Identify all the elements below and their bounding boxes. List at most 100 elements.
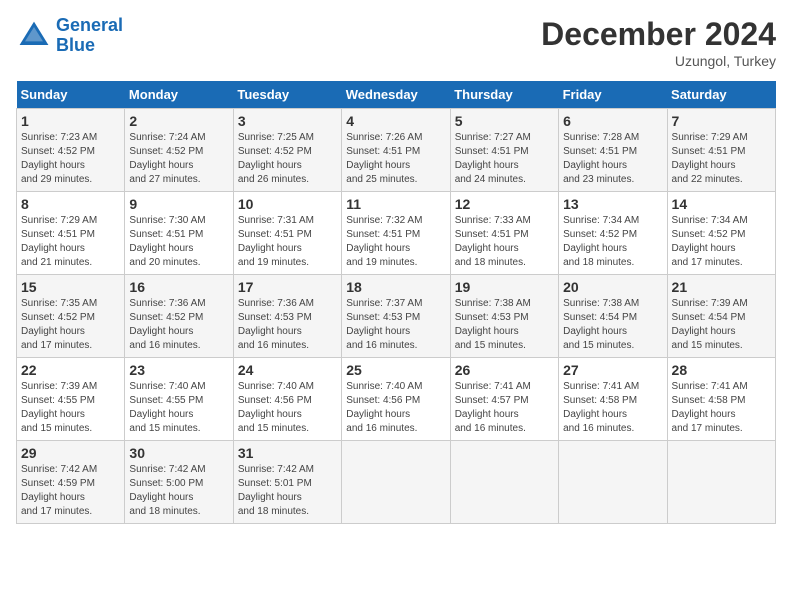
day-info: Sunrise: 7:40 AM Sunset: 4:56 PM Dayligh… (238, 380, 337, 436)
day-number: 16 (129, 279, 228, 295)
calendar-day-cell: 22 Sunrise: 7:39 AM Sunset: 4:55 PM Dayl… (17, 358, 125, 441)
calendar-day-cell: 21 Sunrise: 7:39 AM Sunset: 4:54 PM Dayl… (667, 275, 775, 358)
calendar-day-cell: 14 Sunrise: 7:34 AM Sunset: 4:52 PM Dayl… (667, 192, 775, 275)
calendar-day-cell: 29 Sunrise: 7:42 AM Sunset: 4:59 PM Dayl… (17, 441, 125, 524)
day-info: Sunrise: 7:34 AM Sunset: 4:52 PM Dayligh… (672, 214, 771, 270)
logo-icon (16, 18, 52, 54)
calendar-day-cell: 13 Sunrise: 7:34 AM Sunset: 4:52 PM Dayl… (559, 192, 667, 275)
calendar-day-cell: 26 Sunrise: 7:41 AM Sunset: 4:57 PM Dayl… (450, 358, 558, 441)
calendar-week-row: 1 Sunrise: 7:23 AM Sunset: 4:52 PM Dayli… (17, 109, 776, 192)
day-number: 9 (129, 196, 228, 212)
day-number: 10 (238, 196, 337, 212)
month-title: December 2024 (541, 16, 776, 53)
weekday-header-saturday: Saturday (667, 81, 775, 109)
day-number: 29 (21, 445, 120, 461)
day-number: 20 (563, 279, 662, 295)
calendar-day-cell: 24 Sunrise: 7:40 AM Sunset: 4:56 PM Dayl… (233, 358, 341, 441)
day-info: Sunrise: 7:23 AM Sunset: 4:52 PM Dayligh… (21, 131, 120, 187)
day-number: 27 (563, 362, 662, 378)
calendar-day-cell: 15 Sunrise: 7:35 AM Sunset: 4:52 PM Dayl… (17, 275, 125, 358)
calendar-table: SundayMondayTuesdayWednesdayThursdayFrid… (16, 81, 776, 524)
day-number: 23 (129, 362, 228, 378)
calendar-day-cell: 25 Sunrise: 7:40 AM Sunset: 4:56 PM Dayl… (342, 358, 450, 441)
day-info: Sunrise: 7:25 AM Sunset: 4:52 PM Dayligh… (238, 131, 337, 187)
calendar-day-cell: 31 Sunrise: 7:42 AM Sunset: 5:01 PM Dayl… (233, 441, 341, 524)
day-info: Sunrise: 7:29 AM Sunset: 4:51 PM Dayligh… (21, 214, 120, 270)
day-number: 28 (672, 362, 771, 378)
calendar-day-cell: 12 Sunrise: 7:33 AM Sunset: 4:51 PM Dayl… (450, 192, 558, 275)
day-number: 22 (21, 362, 120, 378)
calendar-week-row: 22 Sunrise: 7:39 AM Sunset: 4:55 PM Dayl… (17, 358, 776, 441)
day-number: 3 (238, 113, 337, 129)
day-info: Sunrise: 7:41 AM Sunset: 4:58 PM Dayligh… (563, 380, 662, 436)
calendar-day-cell (559, 441, 667, 524)
day-info: Sunrise: 7:41 AM Sunset: 4:58 PM Dayligh… (672, 380, 771, 436)
location-subtitle: Uzungol, Turkey (541, 53, 776, 69)
day-number: 30 (129, 445, 228, 461)
day-number: 21 (672, 279, 771, 295)
calendar-day-cell: 11 Sunrise: 7:32 AM Sunset: 4:51 PM Dayl… (342, 192, 450, 275)
calendar-day-cell: 8 Sunrise: 7:29 AM Sunset: 4:51 PM Dayli… (17, 192, 125, 275)
day-number: 17 (238, 279, 337, 295)
calendar-day-cell: 6 Sunrise: 7:28 AM Sunset: 4:51 PM Dayli… (559, 109, 667, 192)
day-info: Sunrise: 7:41 AM Sunset: 4:57 PM Dayligh… (455, 380, 554, 436)
day-info: Sunrise: 7:33 AM Sunset: 4:51 PM Dayligh… (455, 214, 554, 270)
calendar-day-cell: 27 Sunrise: 7:41 AM Sunset: 4:58 PM Dayl… (559, 358, 667, 441)
weekday-header-wednesday: Wednesday (342, 81, 450, 109)
day-info: Sunrise: 7:42 AM Sunset: 4:59 PM Dayligh… (21, 463, 120, 519)
day-info: Sunrise: 7:34 AM Sunset: 4:52 PM Dayligh… (563, 214, 662, 270)
day-info: Sunrise: 7:28 AM Sunset: 4:51 PM Dayligh… (563, 131, 662, 187)
calendar-day-cell: 16 Sunrise: 7:36 AM Sunset: 4:52 PM Dayl… (125, 275, 233, 358)
calendar-day-cell: 1 Sunrise: 7:23 AM Sunset: 4:52 PM Dayli… (17, 109, 125, 192)
day-number: 14 (672, 196, 771, 212)
calendar-day-cell: 4 Sunrise: 7:26 AM Sunset: 4:51 PM Dayli… (342, 109, 450, 192)
day-number: 24 (238, 362, 337, 378)
day-info: Sunrise: 7:24 AM Sunset: 4:52 PM Dayligh… (129, 131, 228, 187)
day-number: 2 (129, 113, 228, 129)
calendar-day-cell: 3 Sunrise: 7:25 AM Sunset: 4:52 PM Dayli… (233, 109, 341, 192)
day-info: Sunrise: 7:40 AM Sunset: 4:55 PM Dayligh… (129, 380, 228, 436)
day-info: Sunrise: 7:38 AM Sunset: 4:53 PM Dayligh… (455, 297, 554, 353)
day-info: Sunrise: 7:39 AM Sunset: 4:54 PM Dayligh… (672, 297, 771, 353)
calendar-day-cell: 7 Sunrise: 7:29 AM Sunset: 4:51 PM Dayli… (667, 109, 775, 192)
day-info: Sunrise: 7:37 AM Sunset: 4:53 PM Dayligh… (346, 297, 445, 353)
title-block: December 2024 Uzungol, Turkey (541, 16, 776, 69)
calendar-header-row: SundayMondayTuesdayWednesdayThursdayFrid… (17, 81, 776, 109)
day-info: Sunrise: 7:38 AM Sunset: 4:54 PM Dayligh… (563, 297, 662, 353)
day-number: 4 (346, 113, 445, 129)
weekday-header-sunday: Sunday (17, 81, 125, 109)
calendar-day-cell (342, 441, 450, 524)
day-info: Sunrise: 7:26 AM Sunset: 4:51 PM Dayligh… (346, 131, 445, 187)
calendar-day-cell: 2 Sunrise: 7:24 AM Sunset: 4:52 PM Dayli… (125, 109, 233, 192)
day-number: 19 (455, 279, 554, 295)
day-info: Sunrise: 7:29 AM Sunset: 4:51 PM Dayligh… (672, 131, 771, 187)
calendar-day-cell: 23 Sunrise: 7:40 AM Sunset: 4:55 PM Dayl… (125, 358, 233, 441)
day-info: Sunrise: 7:36 AM Sunset: 4:52 PM Dayligh… (129, 297, 228, 353)
calendar-day-cell: 30 Sunrise: 7:42 AM Sunset: 5:00 PM Dayl… (125, 441, 233, 524)
calendar-day-cell: 20 Sunrise: 7:38 AM Sunset: 4:54 PM Dayl… (559, 275, 667, 358)
page-header: General Blue December 2024 Uzungol, Turk… (16, 16, 776, 69)
logo: General Blue (16, 16, 123, 56)
day-number: 13 (563, 196, 662, 212)
calendar-week-row: 15 Sunrise: 7:35 AM Sunset: 4:52 PM Dayl… (17, 275, 776, 358)
calendar-day-cell (450, 441, 558, 524)
day-number: 18 (346, 279, 445, 295)
calendar-day-cell: 10 Sunrise: 7:31 AM Sunset: 4:51 PM Dayl… (233, 192, 341, 275)
day-number: 25 (346, 362, 445, 378)
day-number: 31 (238, 445, 337, 461)
day-number: 5 (455, 113, 554, 129)
calendar-week-row: 8 Sunrise: 7:29 AM Sunset: 4:51 PM Dayli… (17, 192, 776, 275)
calendar-day-cell: 17 Sunrise: 7:36 AM Sunset: 4:53 PM Dayl… (233, 275, 341, 358)
weekday-header-friday: Friday (559, 81, 667, 109)
calendar-day-cell: 19 Sunrise: 7:38 AM Sunset: 4:53 PM Dayl… (450, 275, 558, 358)
calendar-day-cell: 9 Sunrise: 7:30 AM Sunset: 4:51 PM Dayli… (125, 192, 233, 275)
weekday-header-tuesday: Tuesday (233, 81, 341, 109)
day-info: Sunrise: 7:39 AM Sunset: 4:55 PM Dayligh… (21, 380, 120, 436)
weekday-header-thursday: Thursday (450, 81, 558, 109)
day-info: Sunrise: 7:42 AM Sunset: 5:00 PM Dayligh… (129, 463, 228, 519)
day-info: Sunrise: 7:27 AM Sunset: 4:51 PM Dayligh… (455, 131, 554, 187)
day-info: Sunrise: 7:36 AM Sunset: 4:53 PM Dayligh… (238, 297, 337, 353)
day-number: 7 (672, 113, 771, 129)
day-info: Sunrise: 7:42 AM Sunset: 5:01 PM Dayligh… (238, 463, 337, 519)
day-info: Sunrise: 7:30 AM Sunset: 4:51 PM Dayligh… (129, 214, 228, 270)
